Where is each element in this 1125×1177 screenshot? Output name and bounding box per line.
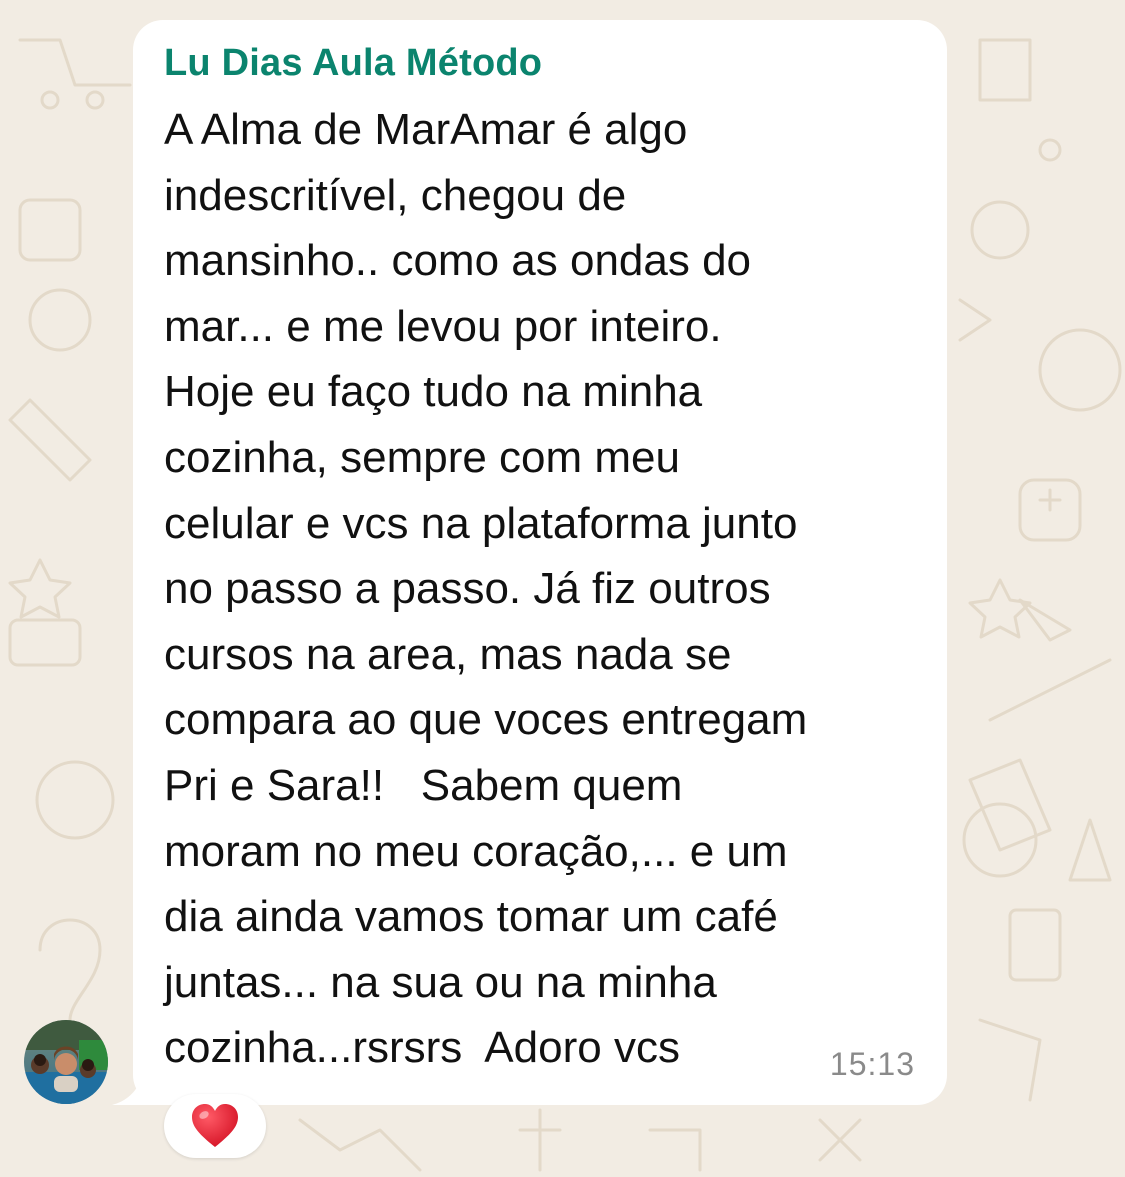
message-line: no passo a passo. Já fiz outros	[164, 564, 771, 614]
avatar-photo-icon	[24, 1020, 108, 1104]
message-line: Pri e Sara!! Sabem quem	[164, 760, 683, 810]
message-line: cozinha...rsrsrs Adoro vcs	[164, 1023, 680, 1073]
message-line: moram no meu coração,... e um	[164, 826, 788, 876]
message-line: mansinho.. como as ondas do	[164, 236, 752, 286]
message-line: celular e vcs na plataforma junto	[164, 498, 798, 548]
message-timestamp: 15:13	[829, 1046, 915, 1082]
message-line: cozinha, sempre com meu	[164, 432, 680, 482]
red-heart-icon	[192, 1104, 238, 1147]
message-line: A Alma de MarAmar é algo	[164, 105, 688, 154]
message-line: indescritível, chegou de	[164, 170, 627, 220]
message-bubble[interactable]: Lu Dias Aula Método A Alma de MarAmar é …	[133, 20, 947, 1105]
message-line: cursos na area, mas nada se	[164, 629, 732, 679]
reaction-badge[interactable]	[164, 1094, 266, 1158]
message-line: juntas... na sua ou na minha	[164, 957, 717, 1007]
sender-name[interactable]: Lu Dias Aula Método	[164, 42, 542, 85]
sender-avatar[interactable]	[24, 1020, 108, 1104]
message-line: compara ao que voces entregam	[164, 695, 808, 745]
message-line: mar... e me levou por inteiro.	[164, 301, 722, 351]
message-line: Hoje eu faço tudo na minha	[164, 367, 703, 417]
message-line: dia ainda vamos tomar um café	[164, 892, 778, 942]
message-text: A Alma de MarAmar é algo indescritível, …	[164, 97, 924, 1081]
